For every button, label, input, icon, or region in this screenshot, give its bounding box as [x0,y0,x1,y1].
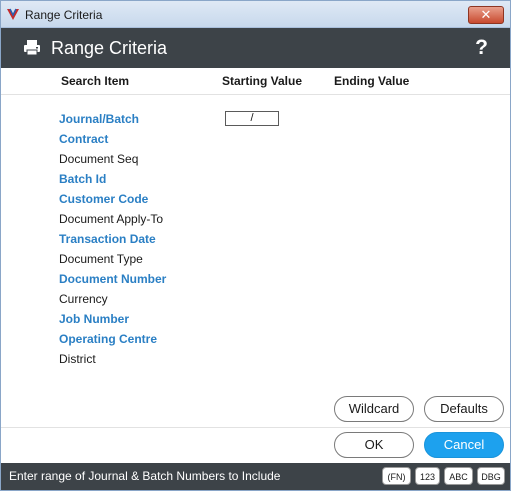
journal-batch-starting-value-input[interactable]: / [225,111,279,126]
fn-indicator: (FN) [382,467,411,485]
search-item-transaction-date[interactable]: Transaction Date [59,232,156,246]
column-header-starting-value: Starting Value [222,74,303,88]
ok-button[interactable]: OK [334,432,414,458]
printer-icon [24,40,40,56]
debug-indicator: DBG [477,467,505,485]
search-item-batch-id[interactable]: Batch Id [59,172,106,186]
search-item-currency: Currency [59,292,108,306]
close-button[interactable]: ✕ [468,6,504,24]
column-header-search-item: Search Item [61,74,130,88]
title-bar: Range Criteria ✕ [1,1,510,28]
help-icon[interactable]: ? [475,36,488,60]
search-item-contract[interactable]: Contract [59,132,108,146]
app-logo-icon [7,8,19,20]
window-title: Range Criteria [25,8,103,22]
search-item-operating-centre[interactable]: Operating Centre [59,332,157,346]
search-item-document-seq: Document Seq [59,152,139,166]
header-divider [1,94,510,95]
range-criteria-window: Range Criteria ✕ Range Criteria ? Search… [0,0,511,491]
search-item-customer-code[interactable]: Customer Code [59,192,148,206]
search-item-journal-batch[interactable]: Journal/Batch [59,112,139,126]
numeric-mode-indicator: 123 [415,467,440,485]
button-divider [1,427,510,428]
search-item-job-number[interactable]: Job Number [59,312,129,326]
search-item-document-number[interactable]: Document Number [59,272,166,286]
search-item-district: District [59,352,96,366]
cancel-button[interactable]: Cancel [424,432,504,458]
search-item-document-apply-to: Document Apply-To [59,212,164,226]
wildcard-button[interactable]: Wildcard [334,396,414,422]
dialog-header: Range Criteria ? [1,28,510,68]
search-item-document-type: Document Type [59,252,143,266]
alpha-mode-indicator: ABC [444,467,473,485]
close-icon: ✕ [480,7,492,22]
defaults-button[interactable]: Defaults [424,396,504,422]
column-header-ending-value: Ending Value [334,74,410,88]
dialog-title: Range Criteria [51,38,168,58]
status-message: Enter range of Journal & Batch Numbers t… [9,469,281,483]
status-bar: Enter range of Journal & Batch Numbers t… [1,463,510,490]
